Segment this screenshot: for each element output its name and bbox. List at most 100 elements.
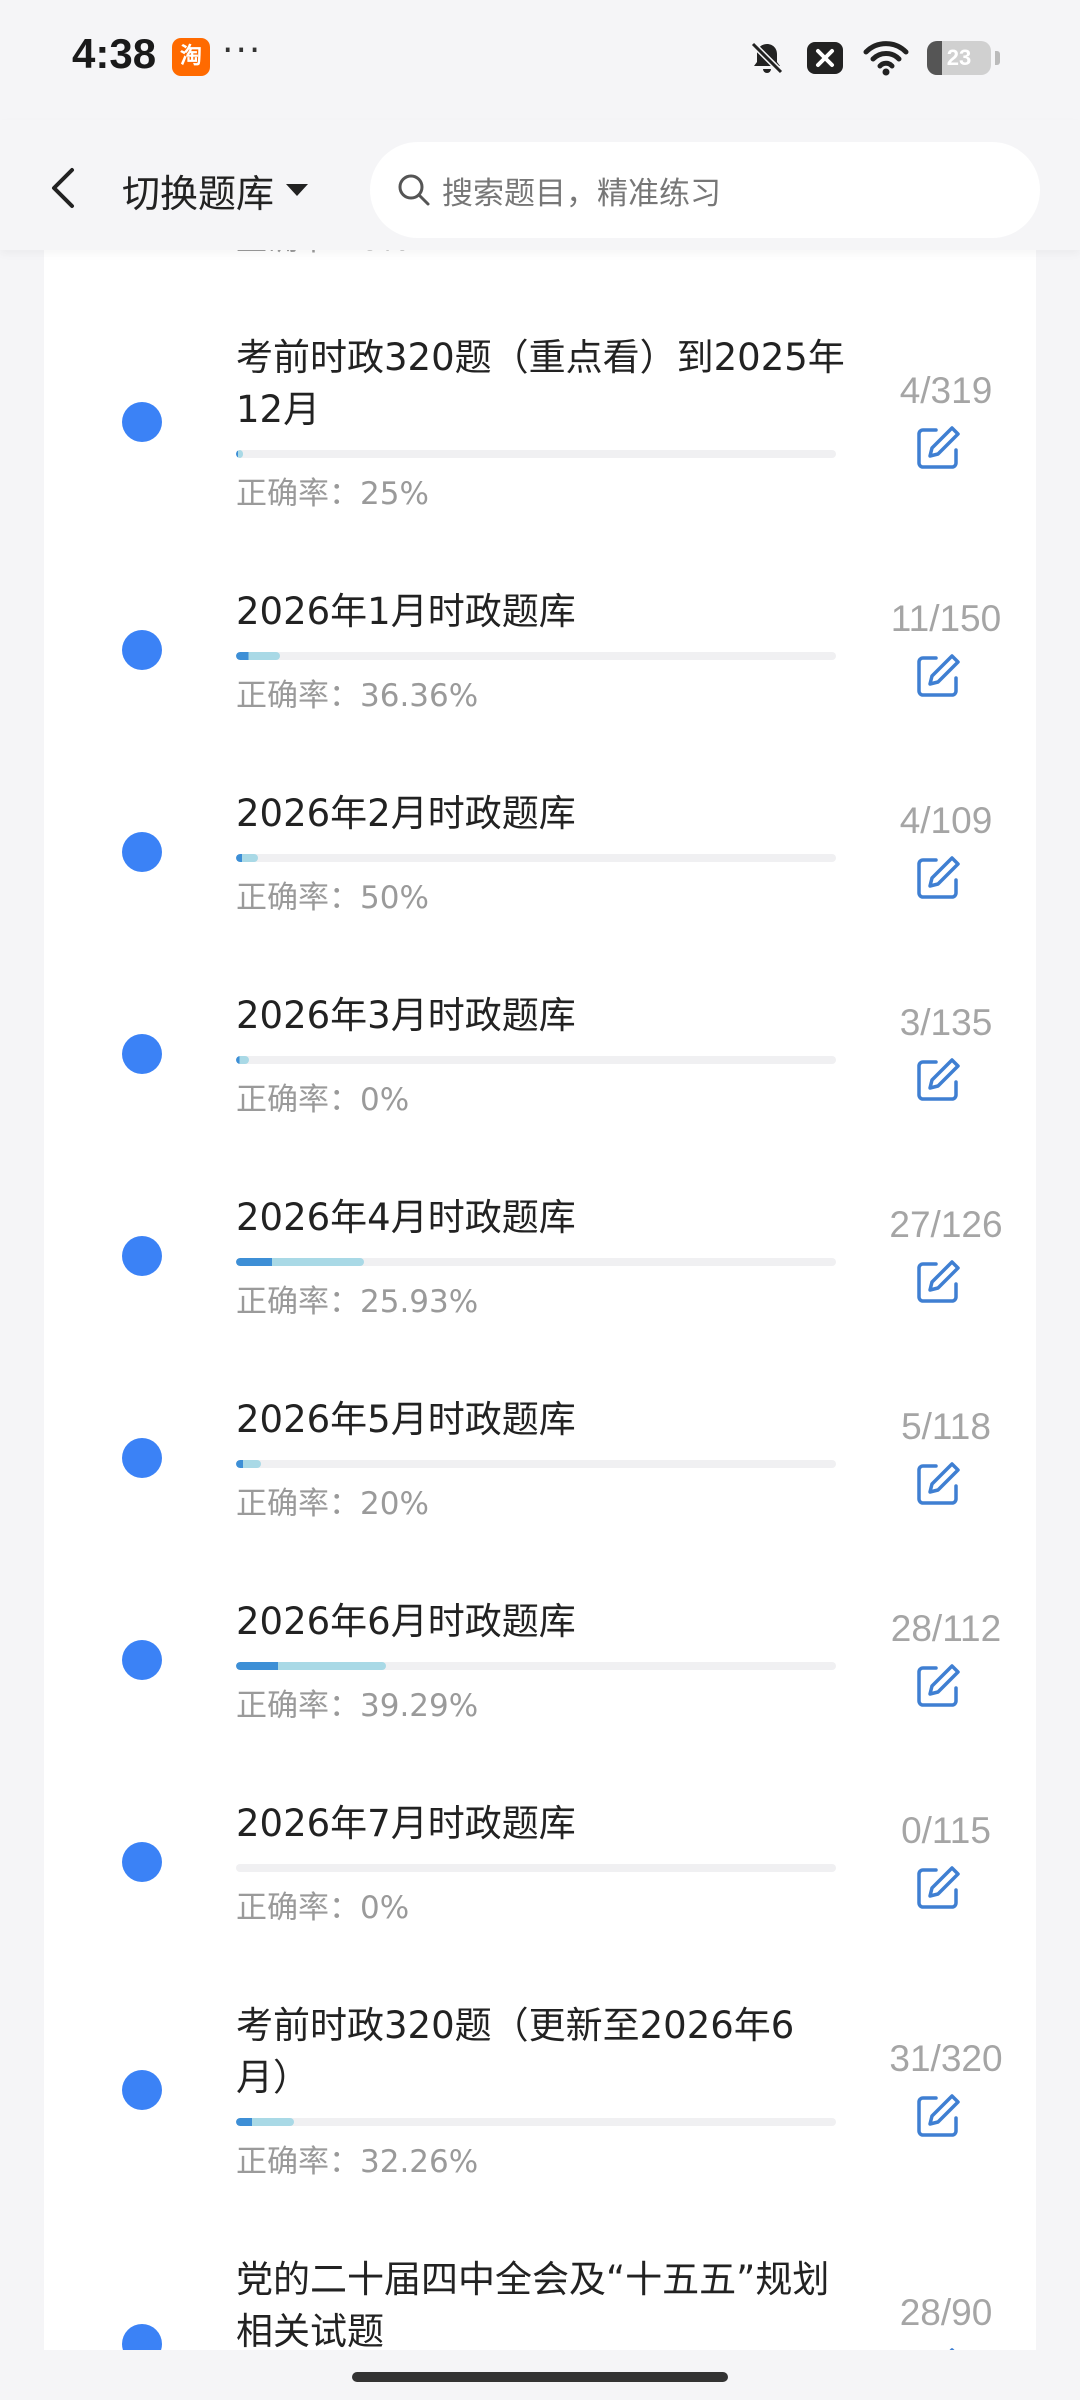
question-bank-item[interactable]: 年8月 正确率：0% 0/319 [44,250,1036,302]
progress-bar [236,450,836,458]
done-count: 4/319 [899,370,993,411]
question-bank-item[interactable]: 2026年5月时政题库 正确率：20% 5/118 [44,1364,1036,1566]
edit-icon[interactable] [914,1056,962,1104]
accuracy-text: 正确率：50% [236,880,429,916]
bank-title: 2026年5月时政题库 [236,1398,576,1441]
done-count: 28/90 [899,2292,993,2333]
status-dot [122,630,162,670]
question-bank-item[interactable]: 2026年7月时政题库 正确率：0% 0/115 [44,1768,1036,1970]
status-dot [122,2070,162,2110]
question-bank-item[interactable]: 2026年3月时政题库 正确率：0% 3/135 [44,960,1036,1162]
progress-fill [236,1056,250,1064]
edit-icon[interactable] [914,2092,962,2140]
progress-fill [236,450,244,458]
bank-title: 2026年3月时政题库 [236,994,576,1037]
switch-bank-label: 切换题库 [122,171,275,216]
done-count: 4/109 [899,800,993,841]
wifi-icon [863,41,909,76]
progress-fill [236,1258,365,1266]
accuracy-text: 正确率：20% [236,1486,429,1522]
progress-fill [236,854,259,862]
search-icon [398,174,430,206]
done-count: 31/320 [889,2038,1003,2079]
accuracy-text: 正确率：32.26% [236,2144,479,2180]
progress-fill [236,652,280,660]
edit-icon[interactable] [914,854,962,902]
progress-fill [236,1460,262,1468]
accuracy-text: 正确率：0% [236,1890,410,1926]
status-bar: 4:38 淘 ··· 23 [0,0,1080,120]
back-arrow-icon[interactable] [40,158,88,218]
bell-muted-icon [750,41,784,75]
progress-bar [236,1258,836,1266]
edit-icon[interactable] [914,1460,962,1508]
status-dot [122,1640,162,1680]
accuracy-text: 正确率：0% [236,1082,410,1118]
bank-title: 2026年6月时政题库 [236,1600,576,1643]
bank-title: 2026年4月时政题库 [236,1196,576,1239]
accuracy-text: 正确率：39.29% [236,1688,479,1724]
progress-bar [236,1864,836,1872]
question-bank-item[interactable]: 考前时政320题（重点看）到2025年12月 正确率：25% 4/319 [44,302,1036,556]
question-bank-item[interactable]: 2026年4月时政题库 正确率：25.93% 27/126 [44,1162,1036,1364]
bank-title: 2026年2月时政题库 [236,792,576,835]
edit-icon[interactable] [914,652,962,700]
edit-icon[interactable] [914,424,962,472]
done-count: 0/115 [901,1810,991,1851]
edit-icon[interactable] [914,2346,962,2350]
edit-icon[interactable] [914,1258,962,1306]
bank-title: 2026年1月时政题库 [236,590,576,633]
top-bar: 切换题库 搜索题目，精准练习 [0,120,1080,250]
status-dot [122,1034,162,1074]
question-bank-item[interactable]: 2026年1月时政题库 正确率：36.36% 11/150 [44,556,1036,758]
progress-bar [236,1056,836,1064]
done-count: 5/118 [901,1406,991,1447]
battery-level: 23 [946,45,972,70]
accuracy-text: 正确率：0% [236,250,409,259]
question-bank-item[interactable]: 党的二十届四中全会及“十五五”规划相关试题 28/90 [44,2224,1036,2350]
search-input[interactable]: 搜索题目，精准练习 [370,142,1040,238]
edit-icon[interactable] [914,1864,962,1912]
progress-bar [236,2118,836,2126]
progress-bar [236,854,836,862]
bank-title: 2026年7月时政题库 [236,1802,576,1845]
status-icons: 23 [747,38,1000,78]
question-bank-list: 年8月 正确率：0% 0/319 考前时政320题（重点看）到2025年12月 … [44,250,1036,2350]
done-count: 11/150 [890,598,1002,639]
more-notifications-icon: ··· [222,30,263,71]
accuracy-text: 正确率：25.93% [236,1284,479,1320]
status-dot [122,1438,162,1478]
switch-question-bank-button[interactable]: 切换题库 [122,160,310,220]
status-dot [122,402,162,442]
progress-fill [236,2118,295,2126]
home-indicator[interactable] [352,2372,728,2382]
search-placeholder: 搜索题目，精准练习 [442,175,721,212]
question-bank-item[interactable]: 考前时政320题（更新至2026年6月） 正确率：32.26% 31/320 [44,1970,1036,2224]
battery-tip [995,51,1000,65]
status-dot [122,1842,162,1882]
bank-title: 考前时政320题（更新至2026年6月） [236,2004,795,2099]
accuracy-text: 正确率：25% [236,476,429,512]
question-bank-list-card: 年8月 正确率：0% 0/319 考前时政320题（重点看）到2025年12月 … [44,250,1036,2350]
status-dot [122,832,162,872]
progress-fill [236,1662,386,1670]
question-bank-item[interactable]: 2026年6月时政题库 正确率：39.29% 28/112 [44,1566,1036,1768]
done-count: 3/135 [899,1002,993,1043]
bank-title: 党的二十届四中全会及“十五五”规划相关试题 [236,2258,830,2350]
close-box-icon [807,42,843,74]
edit-icon[interactable] [914,1662,962,1710]
taobao-app-icon: 淘 [172,38,210,76]
done-count: 27/126 [889,1204,1003,1245]
battery-icon: 23 [927,41,991,75]
progress-bar [236,1662,836,1670]
progress-bar [236,652,836,660]
accuracy-text: 正确率：36.36% [236,678,479,714]
status-dot [122,2324,162,2350]
caret-down-icon [286,184,309,196]
bank-title: 考前时政320题（重点看）到2025年12月 [236,336,845,431]
done-count: 28/112 [890,1608,1002,1649]
question-bank-item[interactable]: 2026年2月时政题库 正确率：50% 4/109 [44,758,1036,960]
status-dot [122,1236,162,1276]
progress-bar [236,1460,836,1468]
status-time: 4:38 [72,30,157,77]
